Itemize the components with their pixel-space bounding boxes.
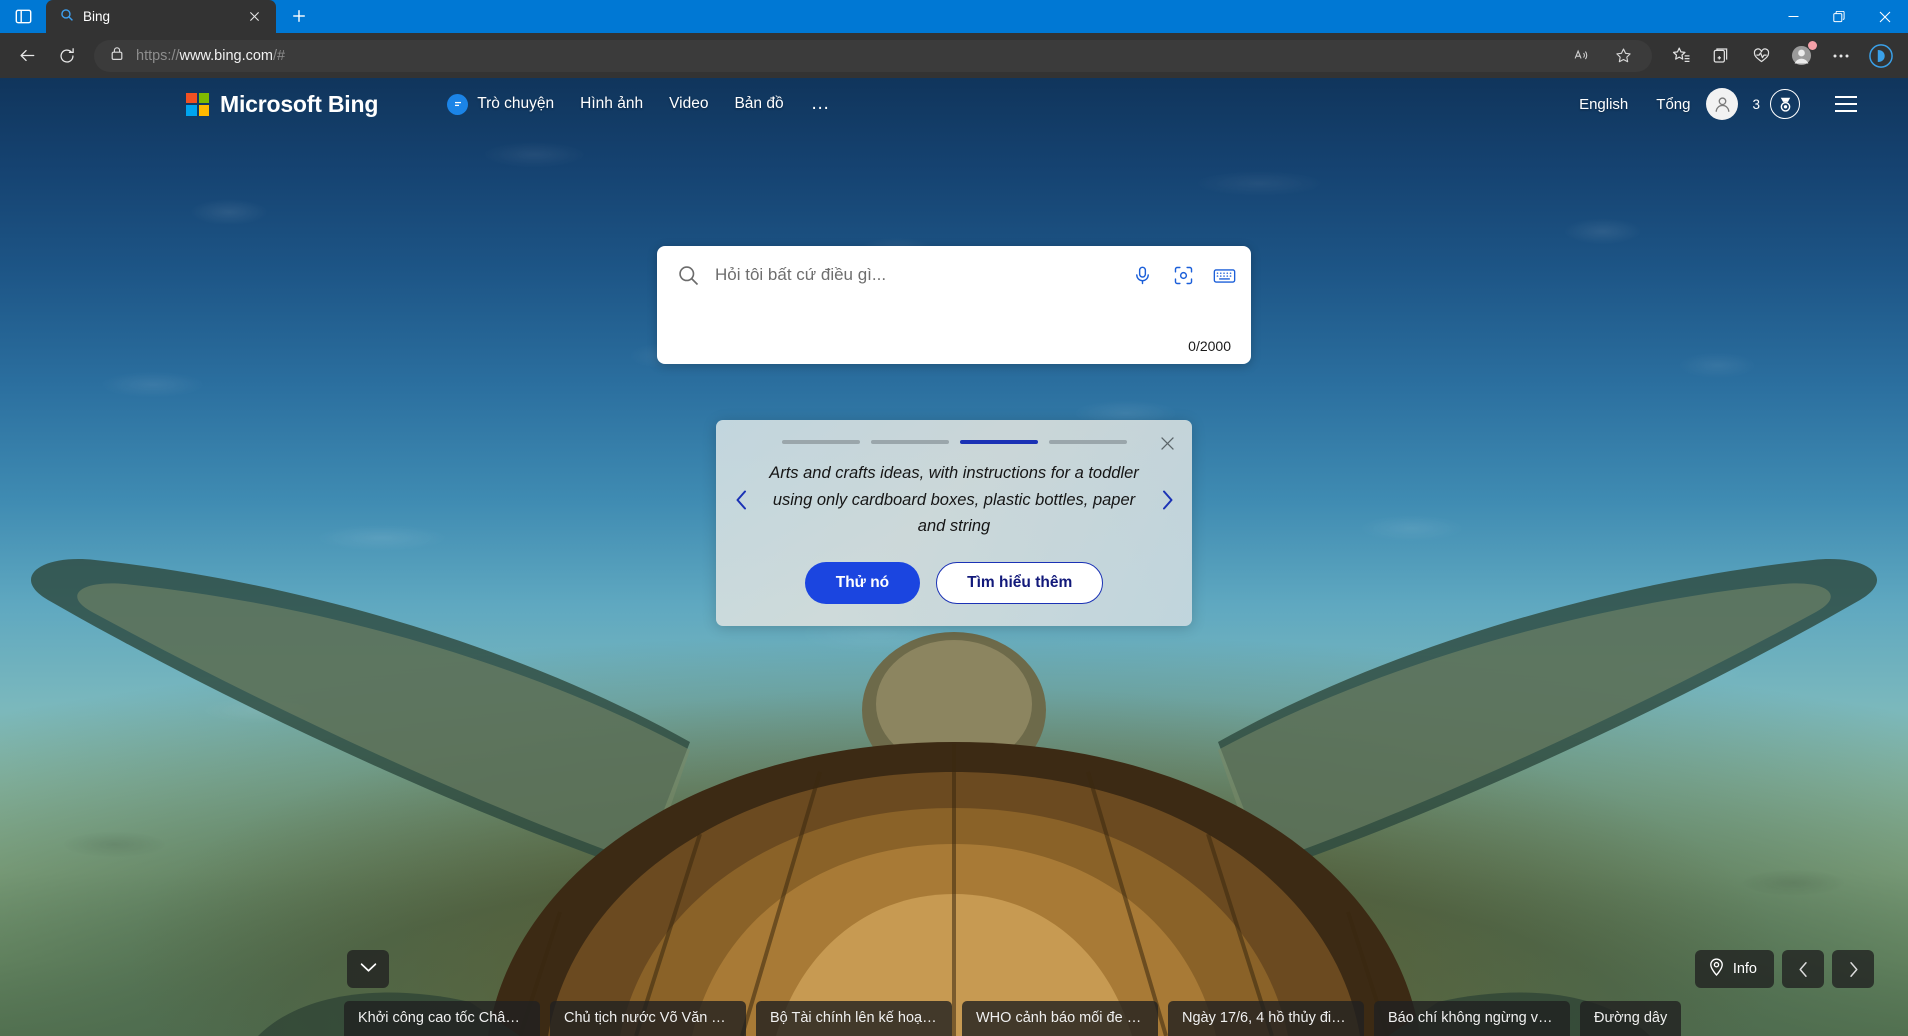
promo-card: Arts and crafts ideas, with instructions… (716, 420, 1192, 627)
bing-header: Microsoft Bing Trò chuyện Hình ảnh Video (0, 78, 1908, 130)
news-chip[interactable]: Ngày 17/6, 4 hồ thủy điện ... (1168, 1001, 1364, 1036)
character-counter: 0/2000 (1188, 338, 1231, 354)
settings-more-icon[interactable] (1822, 39, 1860, 73)
promo-step-1[interactable] (781, 440, 860, 444)
bing-logo-text: Microsoft Bing (220, 90, 379, 117)
rewards-count: 3 (1752, 96, 1760, 112)
bing-header-right: English Tổng 3 (1565, 87, 1866, 121)
address-bar-url: https://www.bing.com/# (136, 48, 285, 64)
url-scheme: https:// (136, 47, 180, 64)
tab-actions-icon[interactable] (0, 0, 46, 33)
news-chip[interactable]: Chủ tịch nước Võ Văn Thưở... (550, 1001, 746, 1036)
browser-essentials-icon[interactable] (1742, 39, 1780, 73)
page-viewport: Microsoft Bing Trò chuyện Hình ảnh Video (0, 78, 1908, 1036)
nav-item-maps-label: Bản đồ (734, 95, 784, 112)
language-selector[interactable]: English (1565, 90, 1642, 119)
tab-title: Bing (83, 9, 111, 24)
chevron-down-icon (360, 960, 377, 978)
nav-more-button[interactable]: … (797, 89, 845, 119)
microphone-icon[interactable] (1129, 262, 1155, 288)
search-icon (675, 262, 701, 288)
promo-card-buttons: Thử nó Tìm hiểu thêm (726, 562, 1182, 605)
location-pin-icon (1709, 958, 1724, 980)
browser-tab[interactable]: Bing (46, 0, 276, 33)
tab-close-icon[interactable] (241, 4, 267, 30)
nav-item-images-label: Hình ảnh (580, 95, 644, 112)
bing-logo[interactable]: Microsoft Bing (186, 91, 378, 118)
window-close-button[interactable] (1862, 0, 1908, 33)
news-chip[interactable]: Khởi công cao tốc Châu Đ... (344, 1001, 540, 1036)
rewards-medal-icon[interactable] (1770, 89, 1800, 119)
search-box[interactable]: 0/2000 (657, 246, 1251, 364)
search-input[interactable] (715, 262, 1115, 288)
news-chip[interactable]: Bộ Tài chính lên kế hoạch g... (756, 1001, 952, 1036)
favorites-icon[interactable] (1662, 39, 1700, 73)
image-prev-button[interactable] (1782, 950, 1824, 988)
news-strip: Khởi công cao tốc Châu Đ... Chủ tịch nướ… (0, 996, 1908, 1036)
profile-icon[interactable] (1782, 39, 1820, 73)
search-box-row (675, 262, 1237, 288)
promo-step-3[interactable] (959, 440, 1038, 444)
try-it-button[interactable]: Thử nó (804, 562, 921, 605)
browser-titlebar: Bing (0, 0, 1908, 33)
lock-icon (110, 46, 124, 66)
keyboard-icon[interactable] (1211, 262, 1237, 288)
scroll-down-button[interactable] (347, 950, 389, 988)
promo-card-text: Arts and crafts ideas, with instructions… (769, 464, 1139, 536)
bing-nav: Trò chuyện Hình ảnh Video Bản đồ … (434, 87, 844, 122)
nav-item-chat[interactable]: Trò chuyện (434, 87, 567, 122)
search-box-icons (1129, 262, 1237, 288)
news-chip[interactable]: WHO cảnh báo mối đe dọ... (962, 1001, 1158, 1036)
search-area: 0/2000 (0, 246, 1908, 364)
avatar[interactable] (1706, 88, 1739, 120)
promo-card-body: Arts and crafts ideas, with instructions… (726, 460, 1182, 540)
window-controls (1770, 0, 1908, 33)
tab-favicon-search-icon (60, 8, 74, 25)
chat-icon (447, 93, 469, 115)
chevron-left-icon[interactable] (726, 480, 756, 520)
nav-item-video-label: Video (669, 95, 709, 112)
read-aloud-icon[interactable] (1562, 39, 1600, 73)
refresh-icon[interactable] (48, 39, 86, 73)
promo-card-area: Arts and crafts ideas, with instructions… (0, 420, 1908, 627)
address-bar-actions (1562, 39, 1642, 73)
add-favorite-icon[interactable] (1604, 39, 1642, 73)
promo-step-2[interactable] (870, 440, 949, 444)
address-bar[interactable]: https://www.bing.com/# (94, 39, 1652, 73)
nav-item-maps[interactable]: Bản đồ (721, 88, 796, 120)
window-maximize-button[interactable] (1816, 0, 1862, 33)
url-host: www.bing.com (179, 47, 274, 64)
nav-item-chat-label: Trò chuyện (477, 95, 555, 112)
promo-step-4[interactable] (1048, 440, 1127, 444)
url-path: /# (273, 47, 286, 64)
browser-window: Bing https://www.bing.com/# Microsoft Bi… (0, 0, 1908, 1036)
info-button[interactable]: Info (1694, 950, 1774, 988)
image-next-button[interactable] (1832, 950, 1874, 988)
learn-more-button[interactable]: Tìm hiểu thêm (936, 562, 1104, 605)
news-chip[interactable]: Báo chí không ngừng vươn... (1374, 1001, 1570, 1036)
nav-item-images[interactable]: Hình ảnh (567, 88, 656, 120)
new-tab-button[interactable] (286, 3, 312, 29)
nav-item-video[interactable]: Video (656, 88, 721, 120)
close-icon[interactable] (1154, 430, 1180, 456)
copilot-icon[interactable] (1862, 39, 1900, 73)
back-icon[interactable] (8, 39, 46, 73)
chevron-right-icon[interactable] (1152, 480, 1182, 520)
microsoft-logo-icon (186, 92, 209, 116)
profile-notification-dot (1808, 40, 1817, 50)
collections-icon[interactable] (1702, 39, 1740, 73)
account-label[interactable]: Tổng (1642, 90, 1704, 119)
visual-search-icon[interactable] (1170, 262, 1196, 288)
browser-toolbar: https://www.bing.com/# (0, 33, 1908, 78)
info-button-label: Info (1732, 961, 1757, 977)
window-minimize-button[interactable] (1770, 0, 1816, 33)
hamburger-menu-icon[interactable] (1826, 87, 1866, 121)
promo-card-progress (726, 434, 1182, 444)
image-info-controls: Info (1694, 950, 1874, 988)
news-chip[interactable]: Đường dây (1580, 1001, 1682, 1036)
